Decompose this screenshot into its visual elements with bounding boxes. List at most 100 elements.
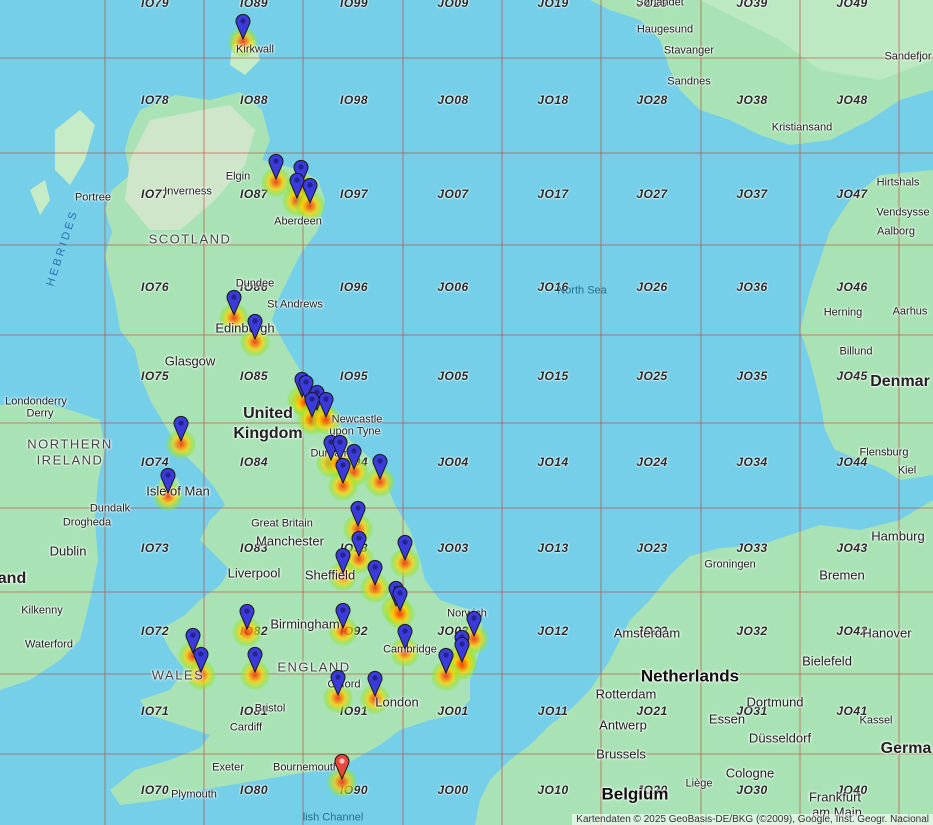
- place-label-plymouth: Plymouth: [171, 788, 217, 801]
- map-marker-icon[interactable]: [246, 312, 264, 341]
- grid-square-label: JO37: [736, 187, 768, 201]
- place-label-liege: Liège: [685, 777, 713, 790]
- map-marker-icon[interactable]: [225, 288, 243, 317]
- map-view[interactable]: IO79 IO89 IO99 JO09 JO19 JO29 JO39 JO49 IO78 IO88…: [0, 0, 933, 825]
- place-label-bielefeld: Bielefeld: [802, 653, 852, 669]
- map-attribution: Kartendaten © 2025 GeoBasis-DE/BKG (©200…: [572, 814, 933, 825]
- grid-square-label: JO34: [736, 455, 768, 469]
- grid-square-label: JO35: [736, 369, 768, 383]
- grid-square-label: JO15: [537, 369, 569, 383]
- place-label-essen: Essen: [708, 711, 746, 727]
- place-label-flensburg: Flensburg: [859, 446, 909, 459]
- grid-square-label: JO39: [736, 0, 768, 10]
- place-label-aalborg: Aalborg: [877, 225, 915, 238]
- place-label-kilkenny: Kilkenny: [21, 604, 63, 617]
- map-marker-icon[interactable]: [267, 152, 285, 181]
- place-label-dortmund: Dortmund: [746, 694, 804, 710]
- place-label-stavanger: Stavanger: [663, 44, 715, 57]
- grid-square-label: IO89: [239, 0, 269, 10]
- map-marker-icon[interactable]: [391, 584, 409, 613]
- map-marker-icon[interactable]: [334, 546, 352, 575]
- grid-square-label: IO88: [239, 93, 269, 107]
- grid-square-label: IO75: [140, 369, 170, 383]
- map-marker-icon[interactable]: [371, 452, 389, 481]
- grid-square-label: JO46: [836, 280, 868, 294]
- map-marker-icon[interactable]: [172, 414, 190, 443]
- place-label-derry: Derry: [26, 407, 54, 420]
- map-marker-icon[interactable]: [453, 635, 471, 664]
- grid-square-label: IO79: [140, 0, 170, 10]
- grid-square-label: JO07: [437, 187, 469, 201]
- grid-square-label: JO19: [537, 0, 569, 10]
- map-marker-icon[interactable]: [301, 176, 319, 205]
- place-label-amsterdam: Amsterdam: [613, 625, 681, 641]
- place-label-northern: NORTHERN: [27, 436, 113, 452]
- place-label-glasgow: Glasgow: [164, 353, 216, 369]
- place-label-cardiff: Cardiff: [229, 721, 263, 734]
- grid-square-label: JO33: [736, 541, 768, 555]
- place-label-inverness: Inverness: [164, 185, 212, 198]
- place-label-aberdeen: Aberdeen: [274, 215, 322, 228]
- map-marker-icon[interactable]: [192, 645, 210, 674]
- place-label-kiel: Kiel: [897, 464, 917, 477]
- place-label-scotland: SCOTLAND: [148, 231, 232, 247]
- place-label-manchester: Manchester: [256, 533, 324, 549]
- place-label-billund: Billund: [839, 345, 873, 358]
- grid-square-label: JO24: [636, 455, 668, 469]
- grid-square-label: JO47: [836, 187, 868, 201]
- place-label-vendsyssel: Vendsysse: [876, 206, 930, 219]
- place-label-kassel: Kassel: [859, 714, 893, 727]
- place-label-herning: Herning: [823, 306, 863, 319]
- place-label-groningen: Groningen: [704, 558, 756, 571]
- grid-square-label: IO84: [239, 455, 269, 469]
- map-marker-icon[interactable]: [396, 533, 414, 562]
- map-marker-icon[interactable]: [366, 669, 384, 698]
- grid-square-label: JO28: [636, 93, 668, 107]
- place-label-dusseldorf: Düsseldorf: [748, 730, 812, 746]
- place-label-aarhus: Aarhus: [892, 305, 928, 318]
- map-marker-icon[interactable]: [366, 558, 384, 587]
- place-label-ireland2: and: [0, 570, 27, 587]
- place-label-liverpool: Liverpool: [227, 565, 281, 581]
- grid-square-label: JO12: [537, 624, 569, 638]
- grid-square-label: JO01: [437, 704, 469, 718]
- place-label-antwerp: Antwerp: [599, 717, 647, 733]
- map-marker-icon[interactable]: [234, 12, 252, 41]
- place-label-elgin: Elgin: [225, 170, 251, 183]
- map-marker-icon[interactable]: [437, 646, 455, 675]
- place-label-hirtshals: Hirtshals: [876, 176, 920, 189]
- map-marker-icon[interactable]: [159, 466, 177, 495]
- place-label-uk1: United: [243, 405, 293, 422]
- map-marker-icon[interactable]: [329, 668, 347, 697]
- grid-square-label: JO27: [636, 187, 668, 201]
- grid-square-label: JO06: [437, 280, 469, 294]
- grid-square-label: JO13: [537, 541, 569, 555]
- map-marker-icon[interactable]: [396, 622, 414, 651]
- grid-square-label: JO26: [636, 280, 668, 294]
- grid-square-label: JO21: [636, 704, 668, 718]
- map-marker-icon[interactable]: [350, 529, 368, 558]
- place-label-channel: lish Channel: [302, 811, 364, 824]
- map-marker-icon[interactable]: [317, 390, 335, 419]
- place-label-london: London: [375, 694, 419, 710]
- map-marker-icon[interactable]: [349, 499, 367, 528]
- grid-square-label: IO78: [140, 93, 170, 107]
- grid-square-label: JO18: [537, 93, 569, 107]
- map-marker-icon[interactable]: [334, 601, 352, 630]
- place-label-edinburgh: Edinburgh: [215, 320, 275, 336]
- place-label-dundalk: Dundalk: [89, 502, 131, 515]
- place-label-kristiansand: Kristiansand: [771, 121, 833, 134]
- grid-square-label: IO99: [339, 0, 369, 10]
- map-marker-icon[interactable]: [238, 602, 256, 631]
- selected-marker-icon[interactable]: [333, 752, 351, 781]
- place-label-cologne: Cologne: [725, 765, 775, 781]
- grid-square-label: JO00: [437, 783, 469, 797]
- map-marker-icon[interactable]: [246, 645, 264, 674]
- grid-square-label: IO96: [339, 280, 369, 294]
- place-label-rotterdam: Rotterdam: [595, 686, 657, 702]
- grid-square-label: IO95: [339, 369, 369, 383]
- grid-square-label: JO48: [836, 93, 868, 107]
- map-marker-icon[interactable]: [334, 456, 352, 485]
- place-label-frankfurt1: Frankfurt: [808, 789, 862, 805]
- place-label-netherlands: Netherlands: [640, 666, 740, 686]
